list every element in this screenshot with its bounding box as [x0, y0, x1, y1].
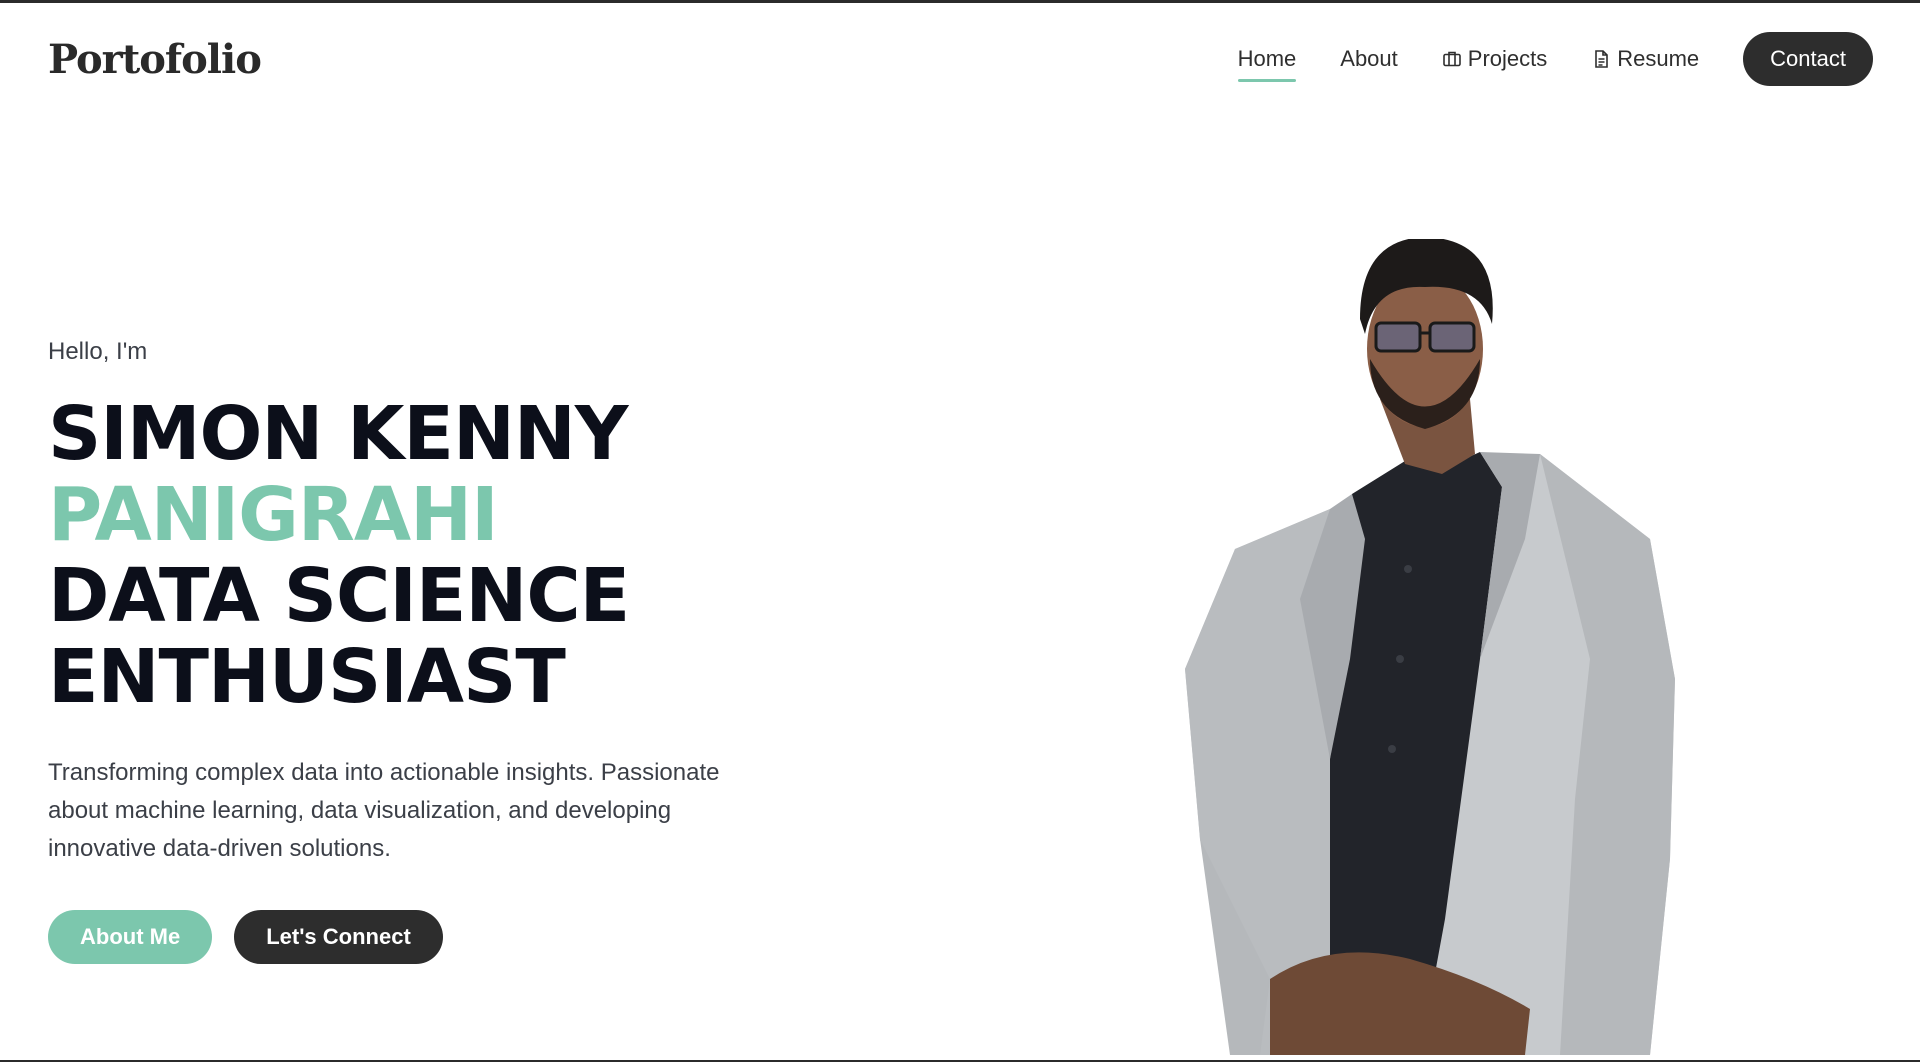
- hero-cta-group: About Me Let's Connect: [48, 910, 808, 964]
- hero-section: Hello, I'm SIMON KENNY PANIGRAHI DATA SC…: [48, 338, 808, 964]
- glasses-left: [1374, 321, 1422, 353]
- lets-connect-button[interactable]: Let's Connect: [234, 910, 443, 964]
- hero-description: Transforming complex data into actionabl…: [48, 759, 720, 862]
- hero-name-line2: PANIGRAHI: [48, 472, 499, 558]
- nav-about-link[interactable]: About: [1340, 38, 1398, 80]
- glasses-right: [1428, 321, 1476, 353]
- site-logo[interactable]: Portofolio: [48, 36, 262, 83]
- nav-home-link[interactable]: Home: [1237, 38, 1297, 82]
- nav-resume-link[interactable]: Resume: [1591, 38, 1699, 80]
- shirt-button-1: [1404, 565, 1412, 573]
- nav-home-label: Home: [1237, 46, 1297, 71]
- about-me-button[interactable]: About Me: [48, 910, 213, 964]
- briefcase-icon: [1442, 51, 1461, 67]
- hero-greeting: Hello, I'm: [48, 338, 148, 365]
- document-icon: [1595, 50, 1609, 68]
- site-header: Portofolio Home About Projects Resume Co…: [0, 3, 1920, 115]
- page-frame: Portofolio Home About Projects Resume Co…: [0, 0, 1920, 1062]
- shirt-button-3: [1388, 745, 1396, 753]
- nav-projects-link[interactable]: Projects: [1442, 38, 1547, 80]
- hero-headline: SIMON KENNY PANIGRAHI DATA SCIENCE ENTHU…: [48, 394, 808, 718]
- nav-about-label: About: [1340, 46, 1398, 71]
- hero-title-line1: DATA SCIENCE: [48, 553, 630, 639]
- hero-name-line1: SIMON KENNY: [48, 391, 628, 477]
- nav-projects-label: Projects: [1467, 46, 1548, 71]
- nav-resume-label: Resume: [1617, 46, 1700, 71]
- contact-button[interactable]: Contact: [1743, 32, 1873, 86]
- shirt-button-2: [1396, 655, 1404, 663]
- hero-title-line2: ENTHUSIAST: [48, 634, 566, 720]
- main-nav: Home About Projects Resume Contact: [1237, 32, 1873, 86]
- profile-photo: [1185, 239, 1675, 1055]
